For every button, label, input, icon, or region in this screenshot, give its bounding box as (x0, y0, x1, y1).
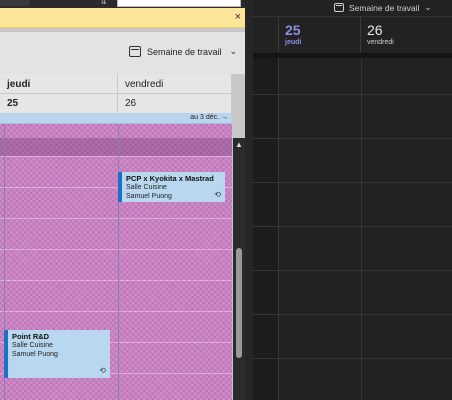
event-organizer: Samuel Puong (12, 351, 58, 358)
recurring-icon: ⟲ (214, 190, 221, 199)
day-date: 26 (367, 22, 383, 38)
calendar-view-icon (129, 46, 141, 57)
day-name-header: jeudi vendredi (0, 74, 232, 94)
day-header-today[interactable]: 25 jeudi (278, 17, 361, 53)
day-header-friday[interactable]: vendredi (118, 74, 232, 94)
pane-divider[interactable] (245, 0, 253, 400)
hour-line (253, 358, 452, 359)
all-day-event-label: au 3 déc. → (190, 114, 228, 121)
day-header-thursday[interactable]: jeudi (0, 74, 118, 94)
day-name: jeudi (285, 39, 302, 46)
event-title: PCP x Kyokita x Mastrad (126, 174, 214, 183)
calendar-event[interactable]: PCP x Kyokita x Mastrad Salle Cuisine Sa… (118, 172, 225, 202)
day-column-divider (361, 58, 362, 400)
view-selector[interactable]: Semaine de travail ⌄ (334, 2, 432, 13)
top-toolbar-strip: ⇅ (0, 0, 251, 8)
hour-line (0, 311, 232, 312)
hour-line (253, 94, 452, 95)
close-icon[interactable]: × (235, 11, 241, 23)
event-title: Point R&D (12, 332, 50, 341)
left-calendar-pane: ⇅ × Semaine de travail ⌄ jeudi vendredi … (0, 0, 251, 400)
event-location: Salle Cuisine (126, 184, 167, 191)
calendar-view-icon (334, 3, 344, 12)
hour-line (253, 138, 452, 139)
chevron-down-icon: ⌄ (424, 2, 432, 12)
hour-line (0, 249, 232, 250)
hour-line (253, 226, 452, 227)
hour-line (253, 182, 452, 183)
time-gutter (253, 58, 278, 400)
event-organizer: Samuel Puong (126, 193, 172, 200)
right-calendar-pane: Semaine de travail ⌄ 25 jeudi 26 vendred… (253, 0, 452, 400)
day-date: 25 (285, 22, 301, 38)
view-selector-label: Semaine de travail (349, 2, 420, 13)
event-location: Salle Cuisine (12, 342, 53, 349)
hour-line (0, 280, 232, 281)
scroll-up-icon[interactable]: ▲ (235, 140, 243, 149)
day-column-divider (118, 124, 119, 400)
time-grid[interactable] (253, 58, 452, 400)
hour-line (253, 314, 452, 315)
hour-line (253, 270, 452, 271)
hour-line (0, 156, 232, 157)
toolbar-field[interactable] (117, 0, 241, 7)
scrollbar-thumb[interactable] (236, 248, 242, 358)
date-header: 25 26 (0, 94, 232, 113)
date-thursday[interactable]: 25 (0, 94, 118, 113)
all-day-event-banner[interactable]: au 3 déc. → (0, 113, 232, 124)
app-window: ⇅ × Semaine de travail ⌄ jeudi vendredi … (0, 0, 452, 400)
view-selector[interactable]: Semaine de travail ⌄ (129, 46, 237, 57)
vertical-scrollbar[interactable]: ▲ (233, 138, 245, 400)
calendar-event[interactable]: Point R&D Salle Cuisine Samuel Puong ⟲ (4, 330, 110, 378)
date-friday[interactable]: 26 (118, 94, 232, 113)
notification-bar: × (0, 8, 245, 28)
toolbar-tab[interactable] (0, 0, 30, 6)
busy-band (0, 138, 232, 156)
day-name: vendredi (367, 39, 394, 46)
hour-line (0, 218, 232, 219)
day-column-divider (278, 58, 279, 400)
view-selector-label: Semaine de travail (147, 46, 222, 57)
resize-icon[interactable]: ⇅ (100, 0, 107, 6)
chevron-down-icon: ⌄ (229, 46, 238, 56)
recurring-icon: ⟲ (99, 366, 106, 375)
day-header-friday[interactable]: 26 vendredi (361, 17, 452, 53)
